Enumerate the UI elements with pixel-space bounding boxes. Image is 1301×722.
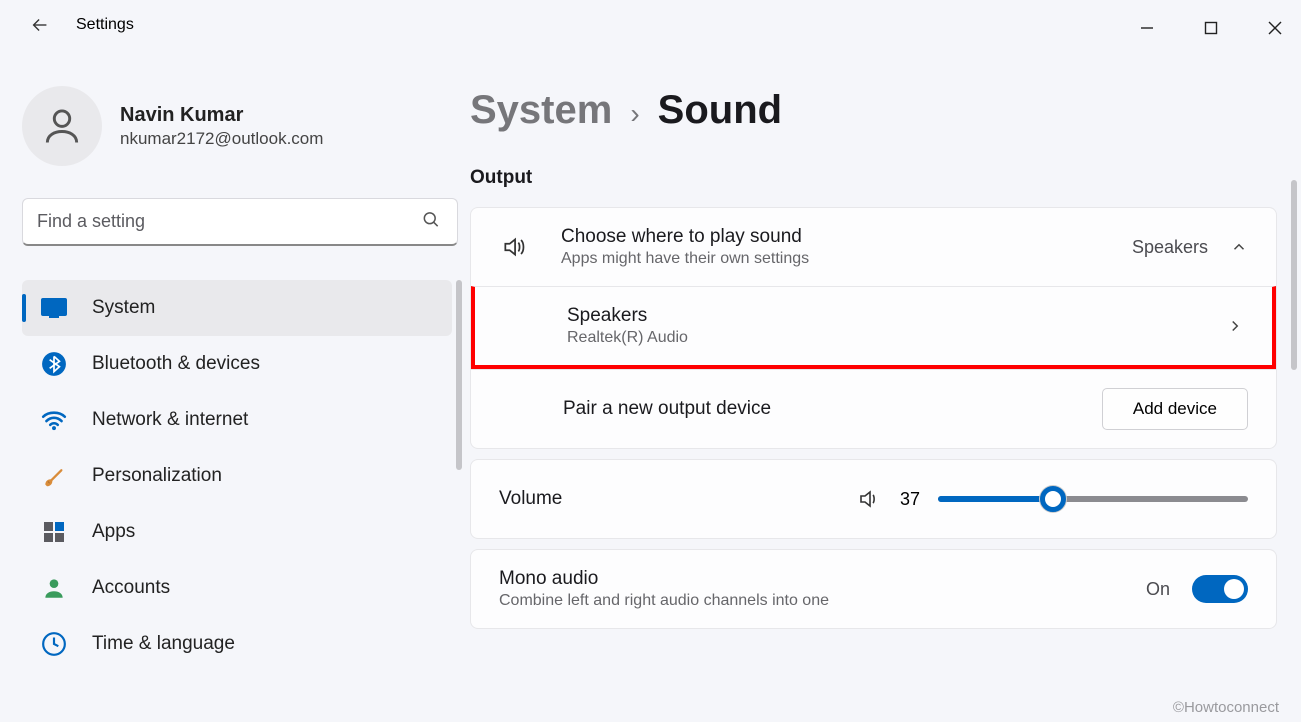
nav-label: Personalization	[92, 465, 222, 487]
nav-item-accounts[interactable]: Accounts	[22, 560, 452, 616]
speaker-icon	[499, 234, 539, 260]
close-button[interactable]	[1257, 14, 1293, 42]
nav-item-bluetooth[interactable]: Bluetooth & devices	[22, 336, 452, 392]
volume-slider-thumb[interactable]	[1040, 486, 1066, 512]
choose-output-row[interactable]: Choose where to play sound Apps might ha…	[471, 208, 1276, 286]
mono-title: Mono audio	[499, 568, 1146, 590]
sidebar: Navin Kumar nkumar2172@outlook.com Syste…	[0, 50, 470, 722]
nav-label: Network & internet	[92, 409, 248, 431]
profile-name: Navin Kumar	[120, 104, 323, 127]
section-heading-output: Output	[470, 167, 1277, 189]
nav-label: System	[92, 297, 155, 319]
volume-slider-fill	[938, 496, 1053, 502]
chevron-up-icon	[1230, 238, 1248, 256]
person-icon	[40, 104, 84, 148]
apps-icon	[40, 518, 68, 546]
volume-row: Volume 37	[471, 460, 1276, 538]
mono-sub: Combine left and right audio channels in…	[499, 592, 1146, 610]
chevron-right-icon: ›	[630, 98, 639, 130]
choose-output-value: Speakers	[1132, 237, 1208, 258]
monitor-icon	[40, 294, 68, 322]
main-scrollbar[interactable]	[1291, 180, 1297, 370]
speakers-row[interactable]: Speakers Realtek(R) Audio	[471, 286, 1276, 369]
chevron-right-icon	[1226, 317, 1244, 335]
nav-item-time-language[interactable]: Time & language	[22, 616, 452, 672]
profile-block[interactable]: Navin Kumar nkumar2172@outlook.com	[22, 86, 460, 166]
window-title: Settings	[76, 16, 134, 34]
breadcrumb-current: Sound	[658, 88, 782, 133]
bluetooth-icon	[40, 350, 68, 378]
titlebar: Settings	[0, 0, 1301, 50]
speakers-sub: Realtek(R) Audio	[567, 329, 1226, 347]
arrow-left-icon	[29, 14, 51, 36]
nav-label: Time & language	[92, 633, 235, 655]
maximize-icon	[1204, 21, 1218, 35]
brush-icon	[40, 462, 68, 490]
volume-icon[interactable]	[856, 487, 882, 511]
add-device-button[interactable]: Add device	[1102, 388, 1248, 430]
nav-item-apps[interactable]: Apps	[22, 504, 452, 560]
volume-title: Volume	[499, 488, 856, 510]
nav-item-system[interactable]: System	[22, 280, 452, 336]
choose-output-sub: Apps might have their own settings	[561, 250, 1132, 268]
minimize-icon	[1140, 21, 1154, 35]
nav-label: Bluetooth & devices	[92, 353, 260, 375]
back-button[interactable]	[22, 7, 58, 43]
clock-globe-icon	[40, 630, 68, 658]
search-box[interactable]	[22, 198, 458, 246]
nav-list: System Bluetooth & devices Network & int…	[22, 280, 460, 672]
main-content: System › Sound Output Choose where to pl…	[470, 50, 1301, 722]
close-icon	[1268, 21, 1282, 35]
pair-device-title: Pair a new output device	[563, 398, 1102, 420]
volume-slider[interactable]	[938, 496, 1248, 502]
output-card: Choose where to play sound Apps might ha…	[470, 207, 1277, 449]
nav-label: Apps	[92, 521, 135, 543]
volume-value: 37	[900, 489, 920, 510]
volume-card: Volume 37	[470, 459, 1277, 539]
wifi-icon	[40, 406, 68, 434]
maximize-button[interactable]	[1193, 14, 1229, 42]
accounts-icon	[40, 574, 68, 602]
mono-state: On	[1146, 579, 1170, 600]
breadcrumb-parent[interactable]: System	[470, 88, 612, 133]
avatar	[22, 86, 102, 166]
breadcrumb: System › Sound	[470, 88, 1277, 133]
profile-email: nkumar2172@outlook.com	[120, 129, 323, 149]
mono-row: Mono audio Combine left and right audio …	[471, 550, 1276, 628]
pair-device-row: Pair a new output device Add device	[471, 369, 1276, 448]
nav-item-personalization[interactable]: Personalization	[22, 448, 452, 504]
choose-output-title: Choose where to play sound	[561, 226, 1132, 248]
mono-card: Mono audio Combine left and right audio …	[470, 549, 1277, 629]
search-icon	[421, 209, 441, 234]
nav-label: Accounts	[92, 577, 170, 599]
nav-scrollbar[interactable]	[456, 280, 462, 470]
speakers-title: Speakers	[567, 305, 1226, 327]
watermark: ©Howtoconnect	[1173, 699, 1279, 716]
search-input[interactable]	[37, 211, 443, 232]
nav-active-indicator	[22, 294, 26, 322]
minimize-button[interactable]	[1129, 14, 1165, 42]
mono-toggle[interactable]	[1192, 575, 1248, 603]
nav-item-network[interactable]: Network & internet	[22, 392, 452, 448]
